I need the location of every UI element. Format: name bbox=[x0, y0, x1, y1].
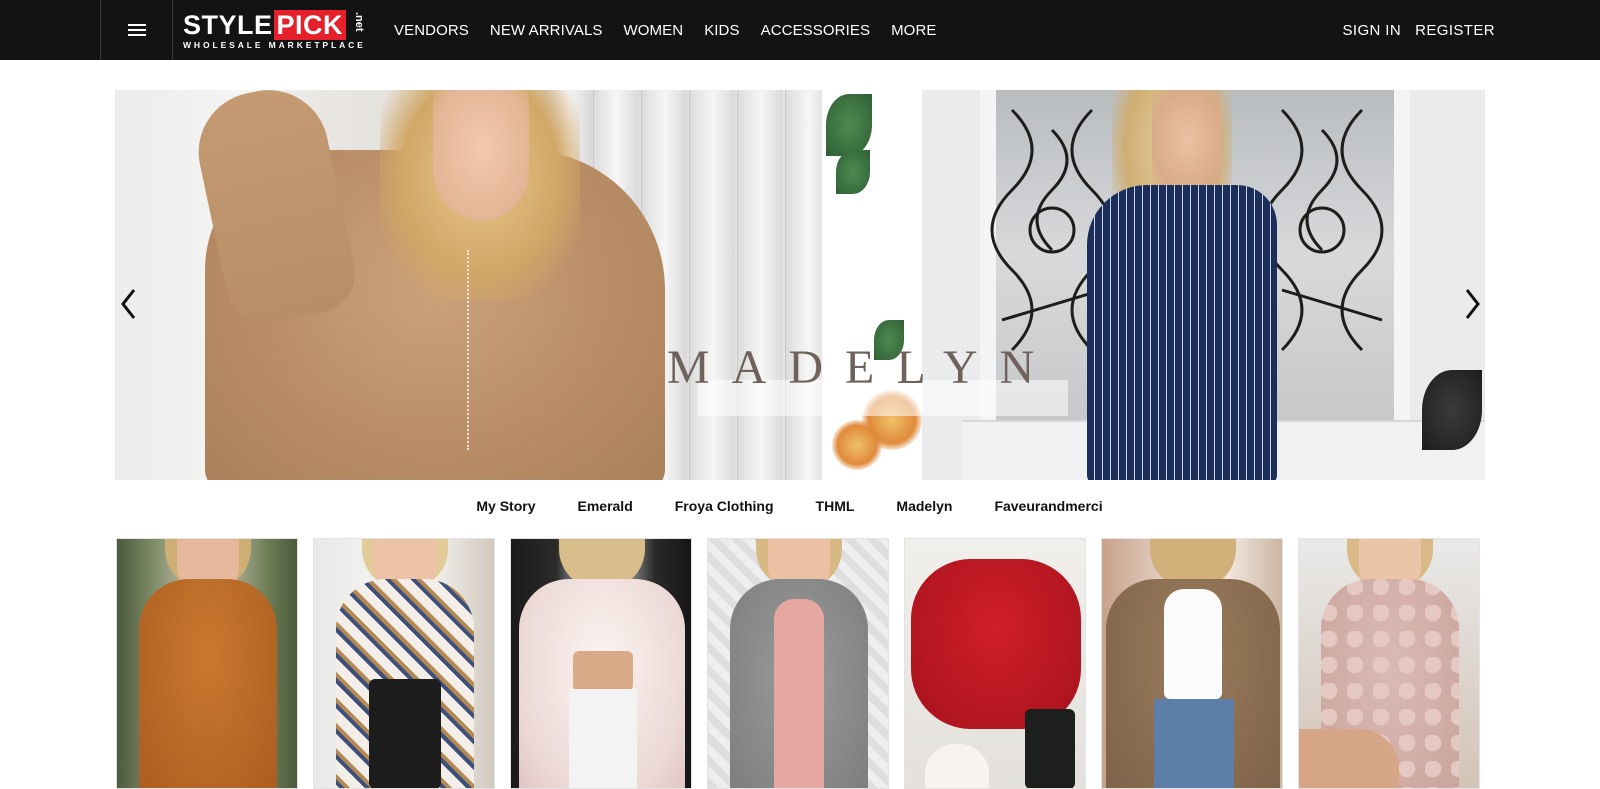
register-link[interactable]: REGISTER bbox=[1415, 22, 1495, 39]
product-thumbnail[interactable] bbox=[707, 538, 889, 789]
banner-photo-pinstripe-dress bbox=[922, 90, 1485, 480]
product-thumbnail[interactable] bbox=[510, 538, 692, 789]
chevron-right-icon[interactable] bbox=[1462, 287, 1482, 321]
tab-froya-clothing[interactable]: Froya Clothing bbox=[675, 498, 774, 520]
tab-thml[interactable]: THML bbox=[816, 498, 855, 520]
logo-tagline: WHOLESALE MARKETPLACE bbox=[183, 40, 366, 50]
sign-in-link[interactable]: SIGN IN bbox=[1342, 22, 1401, 39]
banner-floral-divider bbox=[822, 90, 922, 480]
product-thumbnail[interactable] bbox=[313, 538, 495, 789]
banner-wordmark: MADELYN bbox=[667, 341, 1057, 394]
nav-vendors[interactable]: VENDORS bbox=[394, 22, 469, 39]
nav-women[interactable]: WOMEN bbox=[624, 22, 684, 39]
tab-my-story[interactable]: My Story bbox=[476, 498, 535, 520]
logo-text-style: STYLE bbox=[183, 10, 273, 40]
tab-madelyn[interactable]: Madelyn bbox=[896, 498, 952, 520]
chevron-left-icon[interactable] bbox=[119, 287, 139, 321]
product-thumbnail[interactable] bbox=[116, 538, 298, 789]
nav-more[interactable]: MORE bbox=[891, 22, 936, 39]
banner-photo-sweater bbox=[115, 90, 822, 480]
logo-suffix: .net bbox=[353, 12, 365, 32]
product-grid bbox=[116, 538, 1484, 789]
product-thumbnail[interactable] bbox=[1298, 538, 1480, 789]
hero-carousel: MADELYN bbox=[115, 90, 1485, 480]
nav-accessories[interactable]: ACCESSORIES bbox=[761, 22, 870, 39]
auth-links: SIGN IN REGISTER bbox=[1328, 0, 1495, 60]
tab-emerald[interactable]: Emerald bbox=[578, 498, 633, 520]
vendor-tabs: My Story Emerald Froya Clothing THML Mad… bbox=[0, 498, 1600, 520]
tab-faveurandmerci[interactable]: Faveurandmerci bbox=[994, 498, 1102, 520]
main-nav: VENDORS NEW ARRIVALS WOMEN KIDS ACCESSOR… bbox=[394, 0, 957, 60]
top-navigation-bar: STYLE PICK .net WHOLESALE MARKETPLACE VE… bbox=[0, 0, 1600, 60]
site-logo[interactable]: STYLE PICK .net WHOLESALE MARKETPLACE bbox=[183, 10, 365, 50]
hamburger-menu-icon[interactable] bbox=[100, 0, 173, 60]
nav-new-arrivals[interactable]: NEW ARRIVALS bbox=[490, 22, 603, 39]
logo-text-pick: PICK bbox=[273, 10, 347, 40]
nav-kids[interactable]: KIDS bbox=[704, 22, 739, 39]
product-thumbnail[interactable] bbox=[904, 538, 1086, 789]
product-thumbnail[interactable] bbox=[1101, 538, 1283, 789]
